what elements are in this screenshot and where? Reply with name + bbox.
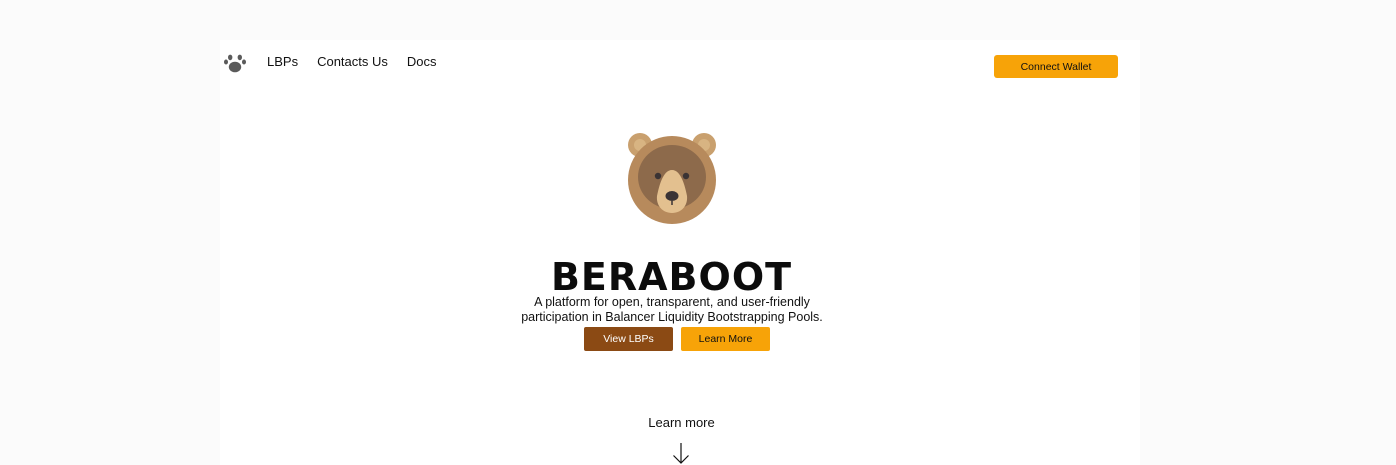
learn-more-button[interactable]: Learn More: [681, 327, 770, 351]
hero-actions: View LBPs Learn More: [584, 327, 770, 351]
nav-link-contacts[interactable]: Contacts Us: [317, 54, 388, 70]
paw-icon[interactable]: [223, 51, 247, 75]
hero-tagline: A platform for open, transparent, and us…: [521, 294, 823, 324]
arrow-down-icon[interactable]: [672, 442, 690, 465]
view-lbps-button[interactable]: View LBPs: [584, 327, 673, 351]
bear-face-icon: [625, 130, 719, 224]
learn-more-link[interactable]: Learn more: [220, 415, 1143, 431]
brand-title: BERABOOT: [550, 255, 793, 300]
nav-link-lbps[interactable]: LBPs: [267, 54, 298, 70]
main-container: LBPs Contacts Us Docs Connect Wallet BER…: [220, 40, 1140, 465]
page: LBPs Contacts Us Docs Connect Wallet BER…: [0, 0, 1396, 465]
connect-wallet-button[interactable]: Connect Wallet: [994, 55, 1118, 78]
nav-link-docs[interactable]: Docs: [407, 54, 437, 70]
main-nav: LBPs Contacts Us Docs: [267, 54, 437, 70]
